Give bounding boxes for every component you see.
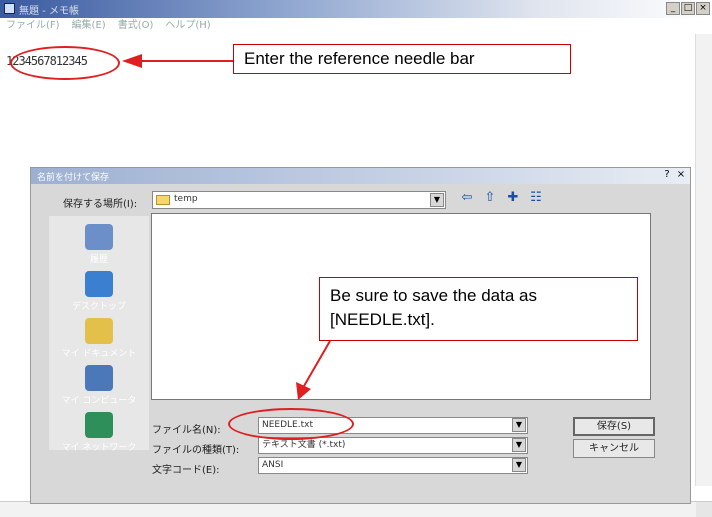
- places-bar: 履歴 デスクトップ マイ ドキュメント マイ コンピュータ マイ ネットワーク: [49, 216, 149, 453]
- view-menu-icon[interactable]: ☷: [528, 190, 544, 206]
- menu-file[interactable]: ファイル(F): [6, 18, 60, 34]
- menu-format[interactable]: 書式(O): [118, 18, 154, 34]
- highlight-ellipse-filename: [228, 408, 354, 440]
- maximize-button[interactable]: □: [681, 2, 695, 15]
- dialog-toolbar: ⇦ ⇧ ✚ ☷: [459, 190, 544, 206]
- highlight-ellipse-text: [10, 46, 120, 80]
- place-label: デスクトップ: [71, 302, 126, 312]
- save-in-value: temp: [174, 194, 198, 204]
- place-history[interactable]: 履歴: [49, 224, 149, 265]
- callout2-line1: Be sure to save the data as: [330, 286, 537, 305]
- my-documents-icon: [85, 318, 113, 344]
- place-label: 履歴: [89, 255, 108, 265]
- dialog-close-button[interactable]: ×: [675, 169, 687, 180]
- place-label: マイ コンピュータ: [61, 396, 137, 406]
- filetype-label: ファイルの種類(T):: [152, 445, 240, 456]
- dialog-title-buttons: ? ×: [661, 169, 687, 180]
- chevron-down-icon[interactable]: ▼: [512, 418, 526, 432]
- filename-label: ファイル名(N):: [152, 425, 221, 436]
- cancel-button[interactable]: キャンセル: [573, 439, 655, 458]
- notepad-menu-bar: ファイル(F) 編集(E) 書式(O) ヘルプ(H): [0, 18, 712, 34]
- notepad-title: 無題 - メモ帳: [19, 6, 79, 17]
- desktop-icon: [85, 271, 113, 297]
- place-desktop[interactable]: デスクトップ: [49, 271, 149, 312]
- save-button[interactable]: 保存(S): [573, 417, 655, 436]
- size-grip[interactable]: [696, 502, 712, 517]
- place-my-network[interactable]: マイ ネットワーク: [49, 412, 149, 453]
- help-button[interactable]: ?: [661, 169, 673, 180]
- encoding-label: 文字コード(E):: [152, 465, 220, 476]
- save-in-label: 保存する場所(I):: [63, 199, 138, 210]
- notepad-title-bar: 無題 - メモ帳 _ □ ×: [0, 0, 712, 18]
- notepad-icon: [4, 3, 15, 14]
- folder-icon: [156, 195, 170, 205]
- filetype-value: テキスト文書 (*.txt): [262, 440, 346, 450]
- callout2-line2: [NEEDLE.txt].: [330, 310, 435, 329]
- new-folder-icon[interactable]: ✚: [505, 190, 521, 206]
- callout-reference-needle: Enter the reference needle bar: [233, 44, 571, 74]
- chevron-down-icon[interactable]: ▼: [430, 193, 444, 207]
- vertical-scrollbar[interactable]: [695, 34, 712, 486]
- dialog-title-bar: 名前を付けて保存 ? ×: [31, 168, 690, 184]
- place-my-computer[interactable]: マイ コンピュータ: [49, 365, 149, 406]
- encoding-value: ANSI: [262, 460, 284, 470]
- my-computer-icon: [85, 365, 113, 391]
- history-icon: [85, 224, 113, 250]
- encoding-select[interactable]: ANSI ▼: [258, 457, 528, 474]
- chevron-down-icon[interactable]: ▼: [512, 438, 526, 452]
- place-label: マイ ドキュメント: [61, 349, 137, 359]
- chevron-down-icon[interactable]: ▼: [512, 458, 526, 472]
- place-label: マイ ネットワーク: [61, 443, 137, 453]
- up-folder-icon[interactable]: ⇧: [482, 190, 498, 206]
- menu-help[interactable]: ヘルプ(H): [165, 18, 210, 34]
- window-controls: _ □ ×: [666, 2, 710, 15]
- callout-save-as-needle: Be sure to save the data as [NEEDLE.txt]…: [319, 277, 638, 341]
- menu-edit[interactable]: 編集(E): [72, 18, 106, 34]
- back-arrow-icon[interactable]: ⇦: [459, 190, 475, 206]
- minimize-button[interactable]: _: [666, 2, 680, 15]
- dialog-title: 名前を付けて保存: [37, 173, 110, 183]
- close-button[interactable]: ×: [696, 2, 710, 15]
- save-in-combo[interactable]: temp ▼: [152, 191, 446, 209]
- place-my-documents[interactable]: マイ ドキュメント: [49, 318, 149, 359]
- my-network-icon: [85, 412, 113, 438]
